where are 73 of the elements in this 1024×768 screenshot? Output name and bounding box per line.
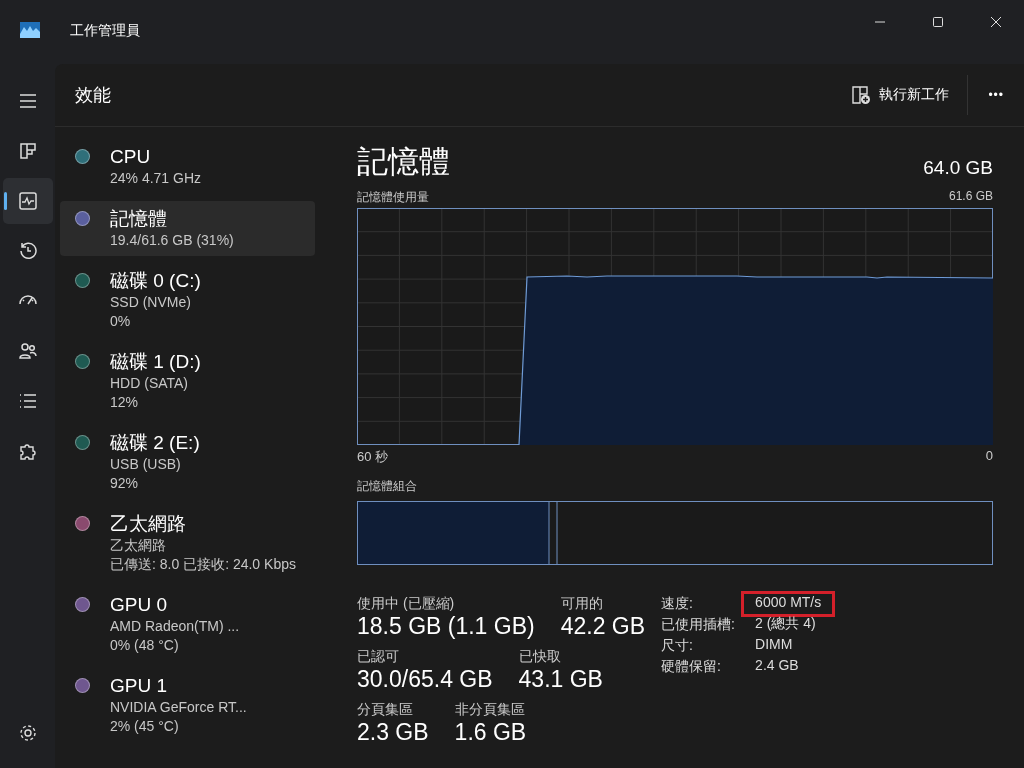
device-name: GPU 1 [110,674,169,698]
device-item[interactable]: CPU 24% 4.71 GHz [60,139,315,194]
run-new-task-button[interactable]: 執行新工作 [841,79,960,111]
stat-value: 42.2 GB [560,613,646,640]
composition-label: 記憶體組合 [357,478,418,495]
property-value: 2.4 GB [754,656,800,675]
highlighted-property-value: 6000 MT/s [741,591,836,617]
section-title: 記憶體 [357,143,450,181]
device-item[interactable]: 磁碟 0 (C:) SSD (NVMe) 0% [60,263,315,337]
settings-icon [17,723,38,743]
device-item[interactable]: 磁碟 1 (D:) HDD (SATA) 12% [60,344,315,418]
stat-label: 已認可 [357,648,400,666]
device-name: 磁碟 2 (E:) [110,431,200,455]
device-name: GPU 0 [110,593,169,617]
grid-icon [17,141,38,161]
device-detail: HDD (SATA) [110,374,190,393]
history-icon [17,241,38,261]
device-name: CPU [110,145,152,169]
selection-indicator [3,192,7,210]
stat-value: 2.3 GB [357,719,429,746]
stat-label: 使用中 (已壓縮) [357,595,456,613]
stat-value: 1.6 GB [454,719,527,746]
axis-label: 60 秒 [357,448,389,466]
property-value: 2 (總共 4) [754,614,817,633]
stat-value: 18.5 GB (1.1 GB) [357,613,535,640]
axis-label: 0 [985,448,993,465]
puzzle-icon [17,441,38,461]
window-title: 工作管理員 [70,22,140,40]
stat-value: 43.1 GB [518,666,603,693]
total-memory: 64.0 GB [923,157,993,180]
device-item[interactable]: GPU 1 NVIDIA GeForce RT... 2% (45 °C) [60,668,315,742]
device-detail: 乙太網路 [110,536,167,555]
device-name: 磁碟 1 (D:) [110,350,201,374]
device-item[interactable]: 乙太網路 乙太網路 已傳送: 8.0 已接收: 24.0 Kbps [60,506,315,580]
menu-icon [17,91,38,111]
stat-value: 30.0/65.4 GB [357,666,493,693]
device-detail: USB (USB) [110,455,182,474]
property-label: 硬體保留: [661,658,722,676]
device-detail: AMD Radeon(TM) ... [110,617,240,636]
stat-label: 分頁集區 [357,701,414,719]
device-detail: SSD (NVMe) [110,293,192,312]
more-button[interactable]: ••• [978,82,1014,108]
property-label: 已使用插槽: [661,616,736,634]
device-detail: 92% [110,474,140,493]
device-item[interactable]: 記憶體 19.4/61.6 GB (31%) [60,201,315,256]
page-title: 效能 [75,84,111,107]
device-name: 記憶體 [110,207,168,231]
stat-label: 非分頁集區 [454,701,526,719]
device-item[interactable]: GPU 0 AMD Radeon(TM) ... 0% (48 °C) [60,587,315,661]
device-name: 磁碟 0 (C:) [110,269,201,293]
property-value: DIMM [754,635,794,654]
users-icon [17,341,38,361]
device-detail: 12% [110,393,140,412]
device-item[interactable]: 磁碟 2 (E:) USB (USB) 92% [60,425,315,499]
nav-button[interactable] [2,178,53,224]
device-name: 乙太網路 [110,512,187,536]
pulse-icon [17,191,38,211]
stat-label: 可用的 [560,595,604,613]
new-task-icon [851,85,872,105]
device-detail: 0% [110,312,132,331]
device-detail: 19.4/61.6 GB (31%) [110,231,234,250]
property-label: 速度: [661,595,694,613]
device-detail: NVIDIA GeForce RT... [110,698,247,717]
device-detail: 24% 4.71 GHz [110,169,202,188]
stat-label: 已快取 [518,648,562,666]
app-icon [20,22,40,38]
device-detail: 2% (45 °C) [110,717,180,736]
graph-label: 記憶體使用量 [357,189,429,206]
property-label: 尺寸: [661,637,694,655]
list-icon [17,391,38,411]
device-detail: 已傳送: 8.0 已接收: 24.0 Kbps [110,555,296,574]
graph-max: 61.6 GB [948,189,993,205]
device-detail: 0% (48 °C) [110,636,180,655]
